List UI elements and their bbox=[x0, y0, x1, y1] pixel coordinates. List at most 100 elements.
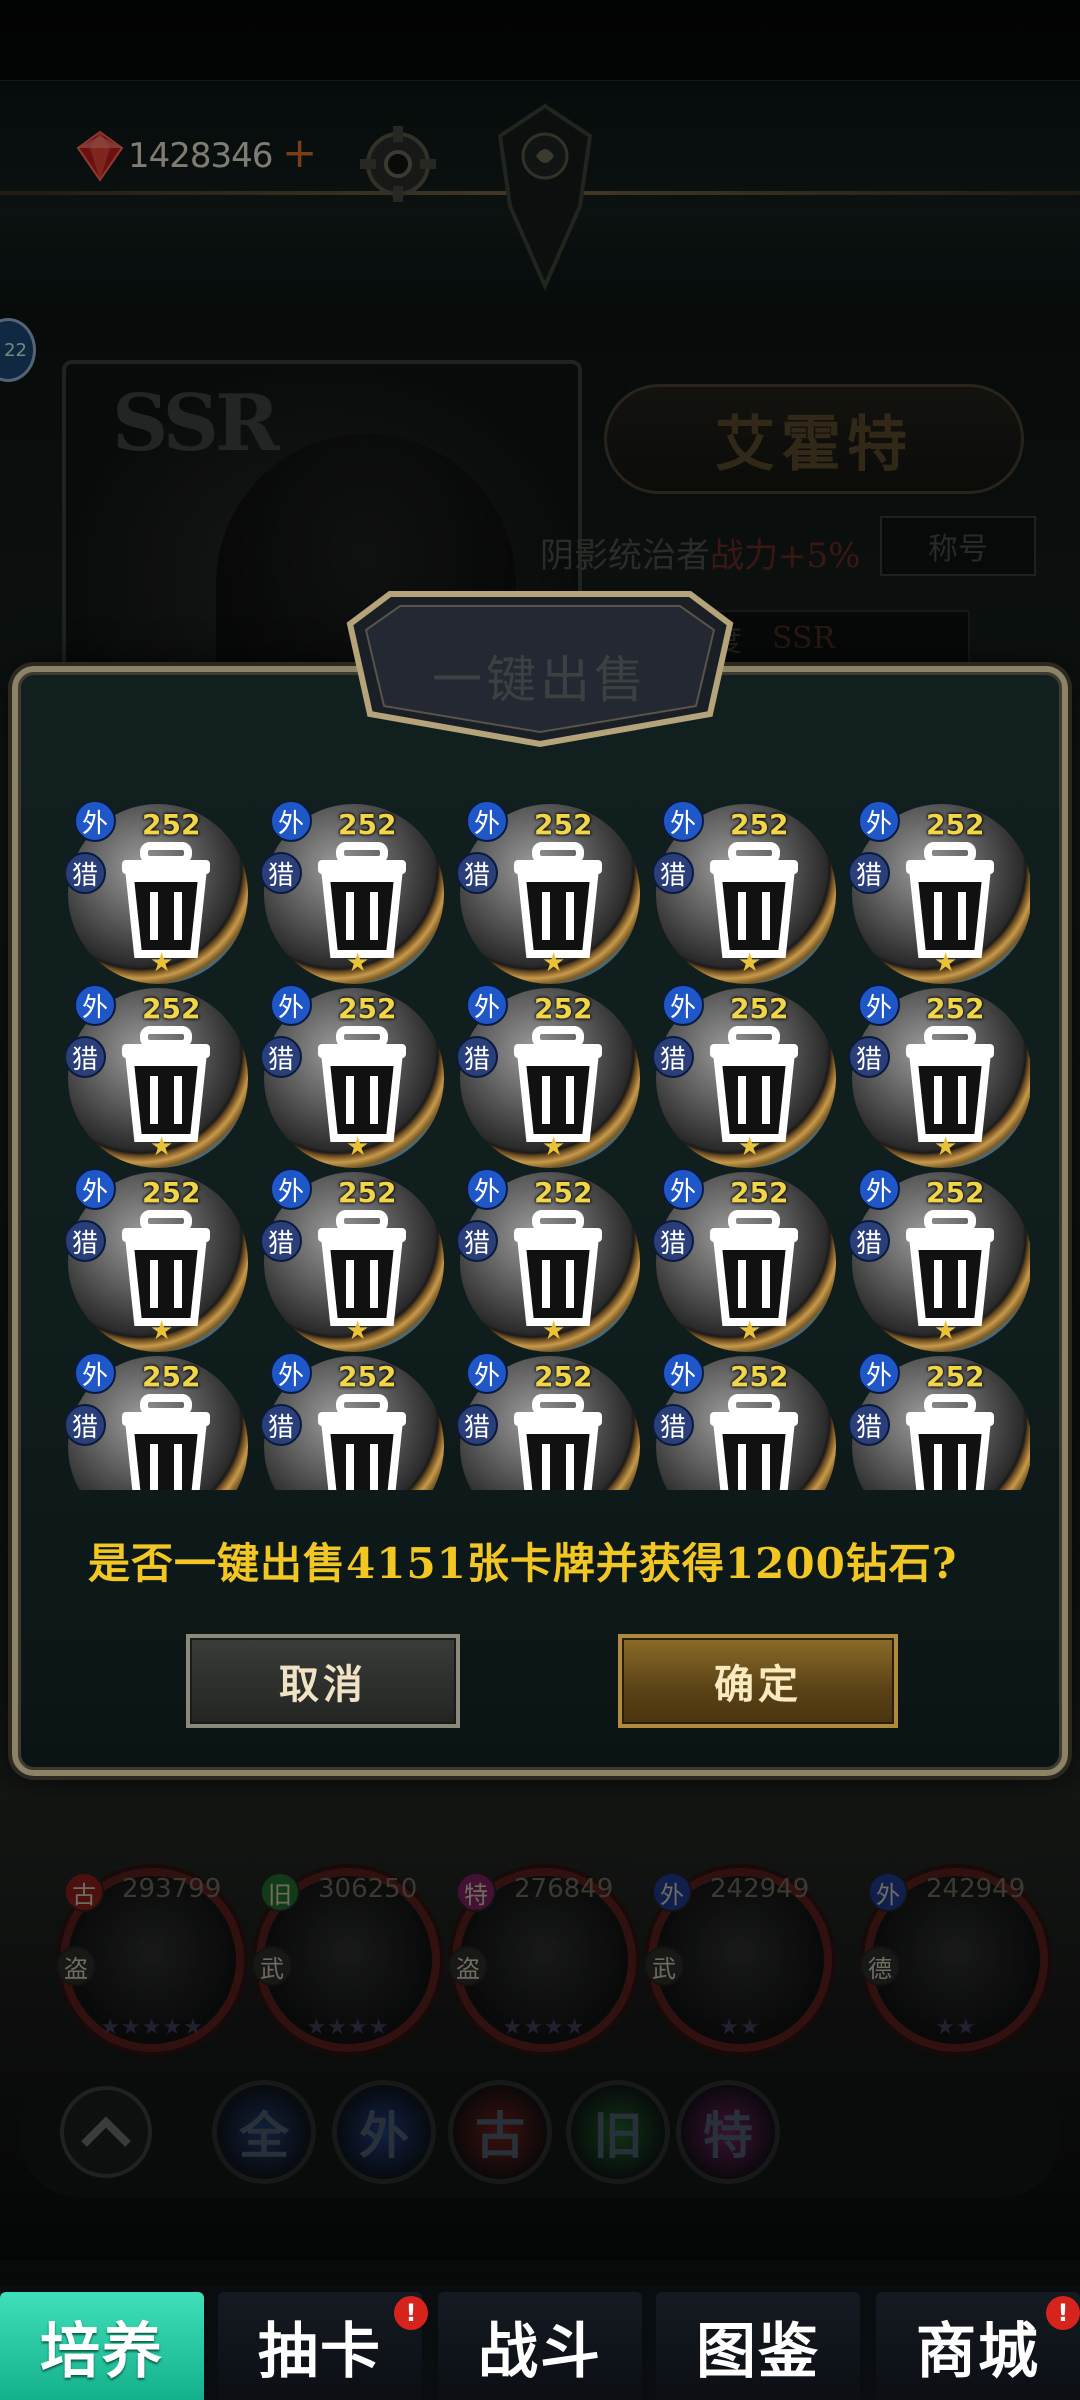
class-tag: 猎 bbox=[260, 1220, 302, 1262]
sell-card[interactable]: 外猎252★ bbox=[456, 802, 642, 986]
card-power: 252 bbox=[926, 1176, 985, 1209]
game-screen: 1428346 + 22 SSR 艾霍特 阴影统治者战力+5% 称号 SSR 度… bbox=[0, 0, 1080, 2400]
card-power: 252 bbox=[142, 992, 201, 1025]
trash-icon bbox=[514, 1026, 602, 1142]
sell-card[interactable]: 外猎252★ bbox=[652, 1352, 838, 1490]
class-tag: 猎 bbox=[652, 1404, 694, 1446]
class-tag: 猎 bbox=[456, 852, 498, 894]
trash-icon bbox=[122, 842, 210, 958]
trash-icon bbox=[710, 1026, 798, 1142]
card-power: 252 bbox=[142, 808, 201, 841]
trash-icon bbox=[514, 1394, 602, 1490]
card-power: 252 bbox=[142, 1360, 201, 1393]
sell-card[interactable]: 外猎252★ bbox=[848, 802, 1030, 986]
class-tag: 猎 bbox=[456, 1036, 498, 1078]
class-tag: 猎 bbox=[66, 1036, 106, 1078]
star-icon: ★ bbox=[738, 1316, 762, 1346]
star-icon: ★ bbox=[346, 1316, 370, 1346]
cancel-button[interactable]: 取消 bbox=[186, 1634, 460, 1728]
card-power: 252 bbox=[338, 808, 397, 841]
sell-card[interactable]: 外猎252★ bbox=[652, 802, 838, 986]
sell-card[interactable]: 外猎 252 ★ bbox=[456, 1168, 642, 1354]
star-icon: ★ bbox=[542, 1132, 566, 1162]
sell-card[interactable]: 外猎252★ bbox=[456, 1352, 642, 1490]
class-tag: 猎 bbox=[260, 1036, 302, 1078]
nav-tab[interactable]: 图鉴 bbox=[656, 2292, 860, 2400]
sell-card[interactable]: 外猎252★ bbox=[848, 984, 1030, 1170]
sell-confirm-message: 是否一键出售4151张卡牌并获得1200钻石? bbox=[88, 1539, 958, 1588]
sell-card[interactable]: 外猎 252 ★ bbox=[66, 984, 250, 1170]
faction-tag: 外 bbox=[858, 802, 900, 842]
card-power: 252 bbox=[730, 992, 789, 1025]
faction-tag: 外 bbox=[74, 1352, 116, 1394]
star-icon: ★ bbox=[150, 948, 174, 978]
sell-card[interactable]: 外猎 252 ★ bbox=[260, 1168, 446, 1354]
card-power: 252 bbox=[534, 992, 593, 1025]
faction-tag: 外 bbox=[466, 1168, 508, 1210]
star-icon: ★ bbox=[738, 1132, 762, 1162]
card-power: 252 bbox=[142, 1176, 201, 1209]
sell-card[interactable]: 外猎252★ bbox=[260, 984, 446, 1170]
class-tag: 猎 bbox=[66, 852, 106, 894]
faction-tag: 外 bbox=[270, 1168, 312, 1210]
card-power: 252 bbox=[338, 992, 397, 1025]
faction-tag: 外 bbox=[662, 802, 704, 842]
card-power: 252 bbox=[534, 1360, 593, 1393]
sell-card[interactable]: 外猎252★ bbox=[652, 1168, 838, 1354]
card-power: 252 bbox=[534, 1176, 593, 1209]
trash-icon bbox=[122, 1394, 210, 1490]
sell-card[interactable]: 外猎252★ bbox=[66, 1168, 250, 1354]
faction-tag: 外 bbox=[858, 1352, 900, 1394]
trash-icon bbox=[710, 842, 798, 958]
star-icon: ★ bbox=[346, 948, 370, 978]
sell-card[interactable]: 外猎252★ bbox=[66, 1352, 250, 1490]
trash-icon bbox=[906, 1210, 994, 1326]
sell-card[interactable]: 外猎252★ bbox=[848, 1168, 1030, 1354]
star-icon: ★ bbox=[542, 948, 566, 978]
sell-card[interactable]: 外猎252★ bbox=[456, 984, 642, 1170]
nav-tab[interactable]: 抽卡 bbox=[218, 2292, 422, 2400]
sell-card[interactable]: 外猎252★ bbox=[260, 1352, 446, 1490]
trash-icon bbox=[318, 1394, 406, 1490]
trash-icon bbox=[514, 1210, 602, 1326]
trash-icon bbox=[906, 842, 994, 958]
faction-tag: 外 bbox=[466, 1352, 508, 1394]
trash-icon bbox=[710, 1210, 798, 1326]
trash-icon bbox=[906, 1026, 994, 1142]
faction-tag: 外 bbox=[662, 1352, 704, 1394]
sell-card[interactable]: 外猎252★ bbox=[66, 802, 250, 986]
star-icon: ★ bbox=[542, 1316, 566, 1346]
class-tag: 猎 bbox=[652, 852, 694, 894]
class-tag: 猎 bbox=[848, 1220, 890, 1262]
faction-tag: 外 bbox=[270, 984, 312, 1026]
card-power: 252 bbox=[338, 1176, 397, 1209]
card-power: 252 bbox=[338, 1360, 397, 1393]
class-tag: 猎 bbox=[848, 1036, 890, 1078]
star-icon: ★ bbox=[738, 948, 762, 978]
card-power: 252 bbox=[926, 1360, 985, 1393]
faction-tag: 外 bbox=[662, 1168, 704, 1210]
star-icon: ★ bbox=[934, 948, 958, 978]
notification-badge: ! bbox=[1046, 2296, 1080, 2330]
star-icon: ★ bbox=[934, 1132, 958, 1162]
trash-icon bbox=[318, 1026, 406, 1142]
sell-card[interactable]: 外猎252★ bbox=[652, 984, 838, 1170]
trash-icon bbox=[122, 1210, 210, 1326]
confirm-button[interactable]: 确定 bbox=[618, 1634, 898, 1728]
faction-tag: 外 bbox=[858, 984, 900, 1026]
class-tag: 猎 bbox=[456, 1220, 498, 1262]
star-icon: ★ bbox=[150, 1132, 174, 1162]
faction-tag: 外 bbox=[662, 984, 704, 1026]
nav-tab[interactable]: 战斗 bbox=[438, 2292, 642, 2400]
sell-card[interactable]: 外猎252★ bbox=[848, 1352, 1030, 1490]
class-tag: 猎 bbox=[848, 852, 890, 894]
sell-card[interactable]: 外猎252★ bbox=[260, 802, 446, 986]
faction-tag: 外 bbox=[858, 1168, 900, 1210]
faction-tag: 外 bbox=[466, 802, 508, 842]
nav-tab[interactable]: 培养 bbox=[0, 2292, 204, 2400]
faction-tag: 外 bbox=[74, 984, 116, 1026]
trash-icon bbox=[514, 842, 602, 958]
faction-tag: 外 bbox=[270, 1352, 312, 1394]
card-power: 252 bbox=[730, 1176, 789, 1209]
class-tag: 猎 bbox=[66, 1220, 106, 1262]
